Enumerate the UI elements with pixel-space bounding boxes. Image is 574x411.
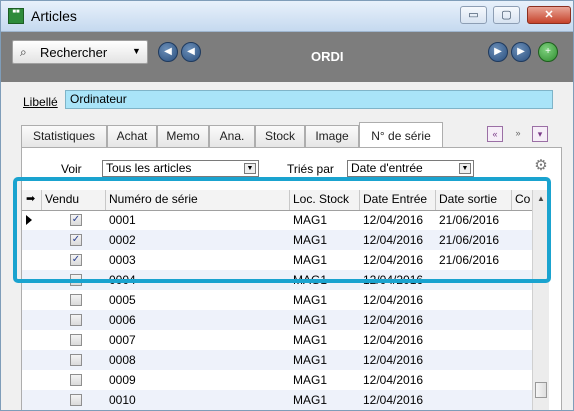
add-record-button[interactable]: + xyxy=(538,42,558,62)
previous-record-button[interactable]: ◀ xyxy=(181,42,201,62)
tab-list-button[interactable]: ▾ xyxy=(532,126,548,142)
vendu-checkbox[interactable] xyxy=(70,294,82,306)
table-row[interactable]: 0008 MAG1 12/04/2016 xyxy=(22,350,546,370)
tries-select[interactable]: Date d'entrée ▼ xyxy=(347,160,474,177)
chevron-down-icon[interactable]: ▼ xyxy=(459,163,471,174)
highlight-frame xyxy=(13,177,551,283)
scroll-thumb[interactable] xyxy=(535,382,547,398)
tab-stock[interactable]: Stock xyxy=(255,125,305,147)
app-icon: ■■ xyxy=(8,8,24,24)
next-icon: ▶ xyxy=(517,46,525,57)
minimize-button[interactable]: ▭ xyxy=(460,6,487,24)
search-button[interactable]: ⌕ Rechercher ▼ xyxy=(12,40,148,64)
date-entree-cell: 12/04/2016 xyxy=(363,293,424,307)
next-record-button[interactable]: ▶ xyxy=(488,42,508,62)
first-record-button[interactable]: ◀ xyxy=(158,42,178,62)
loc-stock-cell: MAG1 xyxy=(293,313,328,327)
table-row[interactable]: 0010 MAG1 12/04/2016 xyxy=(22,390,546,410)
settings-icon[interactable]: ⚙ xyxy=(532,157,550,175)
vendu-checkbox[interactable] xyxy=(70,314,82,326)
toolbar: ⌕ Rechercher ▼ ◀ ◀ ORDI ▶ ▶ + xyxy=(1,32,573,82)
date-entree-cell: 12/04/2016 xyxy=(363,353,424,367)
tab-statistiques[interactable]: Statistiques xyxy=(21,125,107,147)
table-row[interactable]: 0007 MAG1 12/04/2016 xyxy=(22,330,546,350)
loc-stock-cell: MAG1 xyxy=(293,373,328,387)
articles-window: ■■ Articles ▭ ▢ ✕ ⌕ Rechercher ▼ ◀ ◀ ORD… xyxy=(0,0,574,411)
tab-scroll-left-button[interactable]: « xyxy=(487,126,503,142)
date-entree-cell: 12/04/2016 xyxy=(363,313,424,327)
previous-icon: ◀ xyxy=(187,46,195,57)
voir-select[interactable]: Tous les articles ▼ xyxy=(102,160,259,177)
binoculars-icon: ⌕ xyxy=(20,45,27,59)
window-title: Articles xyxy=(31,8,77,24)
chevron-down-icon[interactable]: ▼ xyxy=(244,163,256,174)
close-button[interactable]: ✕ xyxy=(527,6,571,24)
serial-number-cell: 0010 xyxy=(109,393,136,407)
tab-scroll-right-button[interactable]: » xyxy=(510,126,526,142)
table-row[interactable]: 0005 MAG1 12/04/2016 xyxy=(22,290,546,310)
loc-stock-cell: MAG1 xyxy=(293,333,328,347)
maximize-button[interactable]: ▢ xyxy=(493,6,520,24)
date-entree-cell: 12/04/2016 xyxy=(363,333,424,347)
loc-stock-cell: MAG1 xyxy=(293,293,328,307)
date-entree-cell: 12/04/2016 xyxy=(363,373,424,387)
record-title: ORDI xyxy=(311,49,344,64)
title-bar: ■■ Articles ▭ ▢ ✕ xyxy=(1,1,573,32)
serial-number-cell: 0005 xyxy=(109,293,136,307)
close-icon: ✕ xyxy=(544,9,554,21)
loc-stock-cell: MAG1 xyxy=(293,393,328,407)
tab-achat[interactable]: Achat xyxy=(107,125,157,147)
serial-number-cell: 0009 xyxy=(109,373,136,387)
tab-memo[interactable]: Memo xyxy=(157,125,209,147)
add-icon: + xyxy=(545,46,551,57)
tries-label: Triés par xyxy=(287,162,334,176)
vendu-checkbox[interactable] xyxy=(70,334,82,346)
tries-select-value: Date d'entrée xyxy=(351,161,423,175)
minimize-icon: ▭ xyxy=(468,9,479,21)
vendu-checkbox[interactable] xyxy=(70,354,82,366)
dropdown-arrow-icon[interactable]: ▼ xyxy=(132,46,141,56)
vendu-checkbox[interactable] xyxy=(70,374,82,386)
serial-number-cell: 0007 xyxy=(109,333,136,347)
voir-select-value: Tous les articles xyxy=(106,161,192,175)
libelle-label: Libellé xyxy=(23,95,58,109)
loc-stock-cell: MAG1 xyxy=(293,353,328,367)
table-row[interactable]: 0009 MAG1 12/04/2016 xyxy=(22,370,546,390)
voir-label: Voir xyxy=(61,162,82,176)
previous-icon: ◀ xyxy=(164,46,172,57)
serial-number-cell: 0008 xyxy=(109,353,136,367)
date-entree-cell: 12/04/2016 xyxy=(363,393,424,407)
table-row[interactable]: 0006 MAG1 12/04/2016 xyxy=(22,310,546,330)
tab-image[interactable]: Image xyxy=(305,125,359,147)
tab-numero-de-serie[interactable]: N° de série xyxy=(359,122,443,147)
libelle-input[interactable]: Ordinateur xyxy=(65,90,553,109)
maximize-icon: ▢ xyxy=(501,9,512,21)
search-button-label: Rechercher xyxy=(40,45,108,60)
vendu-checkbox[interactable] xyxy=(70,394,82,406)
next-icon: ▶ xyxy=(494,46,502,57)
tab-ana[interactable]: Ana. xyxy=(209,125,255,147)
serial-number-cell: 0006 xyxy=(109,313,136,327)
last-record-button[interactable]: ▶ xyxy=(511,42,531,62)
